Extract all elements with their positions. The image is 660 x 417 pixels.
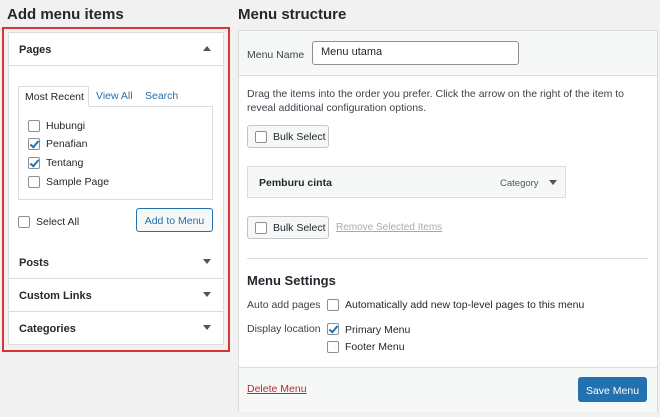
- chevron-down-icon: [203, 325, 211, 330]
- bulk-select-button-top[interactable]: Bulk Select: [247, 125, 329, 148]
- menu-item-type: Category: [500, 178, 539, 189]
- menu-name-label: Menu Name: [247, 49, 305, 61]
- section-categories-label: Categories: [19, 323, 76, 335]
- delete-menu-link[interactable]: Delete Menu: [247, 383, 307, 395]
- tab-view-all[interactable]: View All: [90, 86, 139, 107]
- page-checkbox-penafian[interactable]: [28, 138, 40, 150]
- location-footer-checkbox[interactable]: [327, 341, 339, 353]
- page-checkbox-sample-page[interactable]: [28, 176, 40, 188]
- section-categories-header[interactable]: Categories: [9, 312, 223, 345]
- menu-item-title: Pemburu cinta: [259, 177, 332, 189]
- location-primary-checkbox[interactable]: [327, 323, 339, 335]
- location-footer-label: Footer Menu: [345, 341, 405, 353]
- bulk-select-label: Bulk Select: [273, 131, 326, 143]
- section-pages-label: Pages: [19, 44, 52, 56]
- section-pages-header[interactable]: Pages: [9, 33, 223, 66]
- divider: [247, 258, 648, 259]
- menu-settings-title: Menu Settings: [247, 273, 336, 288]
- auto-add-pages-option: Automatically add new top-level pages to…: [345, 299, 585, 311]
- menu-structure-title: Menu structure: [238, 6, 347, 23]
- bulk-select-label: Bulk Select: [273, 222, 326, 234]
- page-checkbox-tentang[interactable]: [28, 157, 40, 169]
- tab-connector: [19, 106, 89, 107]
- menu-item-bar[interactable]: Pemburu cinta Category: [247, 166, 566, 198]
- select-all-checkbox[interactable]: [18, 216, 30, 228]
- page-label-sample-page: Sample Page: [46, 176, 110, 188]
- chevron-up-icon: [203, 46, 211, 51]
- chevron-down-icon: [203, 259, 211, 264]
- tab-search[interactable]: Search: [139, 86, 184, 107]
- auto-add-pages-label: Auto add pages: [247, 299, 321, 311]
- bulk-select-button-bottom[interactable]: Bulk Select: [247, 216, 329, 239]
- chevron-down-icon[interactable]: [549, 180, 557, 185]
- menu-name-input[interactable]: Menu utama: [312, 41, 519, 65]
- page-checkbox-hubungi[interactable]: [28, 120, 40, 132]
- section-custom-links-header[interactable]: Custom Links: [9, 279, 223, 312]
- page-label-hubungi: Hubungi: [46, 120, 86, 132]
- auto-add-pages-checkbox[interactable]: [327, 299, 339, 311]
- location-primary-label: Primary Menu: [345, 324, 411, 336]
- section-posts-label: Posts: [19, 257, 49, 269]
- save-menu-button[interactable]: Save Menu: [578, 377, 647, 402]
- bulk-select-checkbox: [255, 222, 267, 234]
- tab-most-recent[interactable]: Most Recent: [18, 86, 89, 107]
- bulk-select-checkbox: [255, 131, 267, 143]
- menu-instructions: Drag the items into the order you prefer…: [247, 88, 625, 114]
- remove-selected-link[interactable]: Remove Selected Items: [336, 222, 442, 233]
- add-menu-items-title: Add menu items: [7, 6, 124, 23]
- chevron-down-icon: [203, 292, 211, 297]
- section-posts-header[interactable]: Posts: [9, 246, 223, 279]
- section-custom-links-label: Custom Links: [19, 290, 92, 302]
- select-all-label: Select All: [36, 216, 80, 228]
- page-label-penafian: Penafian: [46, 138, 88, 150]
- display-location-label: Display location: [247, 323, 321, 335]
- page-label-tentang: Tentang: [46, 157, 84, 169]
- add-to-menu-button[interactable]: Add to Menu: [136, 208, 213, 232]
